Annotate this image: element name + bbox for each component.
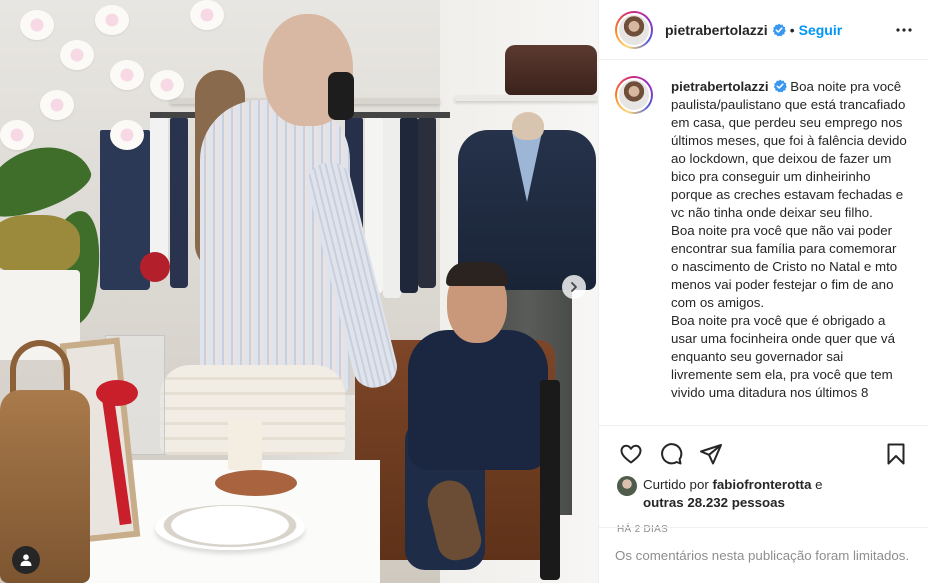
photo-orchid-flower bbox=[40, 90, 74, 120]
likes-count-link[interactable]: outras 28.232 pessoas bbox=[643, 495, 785, 510]
photo-shelf bbox=[455, 95, 598, 101]
more-options-button[interactable] bbox=[892, 18, 916, 42]
post-header: pietrabertolazzi • Seguir bbox=[599, 0, 928, 60]
photo-mannequin-neck bbox=[512, 112, 544, 140]
avatar-image bbox=[617, 78, 651, 112]
photo-orchid-flower bbox=[20, 10, 54, 40]
user-tag-icon bbox=[20, 554, 32, 566]
photo-garment bbox=[150, 118, 168, 268]
photo-gift-bow bbox=[140, 252, 170, 282]
photo-orchid-flower bbox=[110, 60, 144, 90]
photo-ribbon-bow bbox=[96, 380, 138, 406]
likes-prefix: Curtido por bbox=[643, 477, 713, 492]
liker-username[interactable]: fabiofronterotta bbox=[712, 477, 811, 492]
bookmark-icon bbox=[887, 443, 905, 465]
likes-summary: Curtido por fabiofronterotta e outras 28… bbox=[611, 476, 916, 512]
share-button[interactable] bbox=[691, 434, 731, 474]
next-photo-button[interactable] bbox=[562, 275, 586, 299]
comments-area[interactable]: pietrabertolazzi Boa noite pra você paul… bbox=[599, 60, 928, 425]
photo-orchid-flower bbox=[150, 70, 184, 100]
photo-moss bbox=[0, 215, 80, 275]
caption: pietrabertolazzi Boa noite pra você paul… bbox=[615, 76, 912, 402]
comment-icon bbox=[661, 443, 683, 465]
avatar[interactable] bbox=[615, 10, 653, 49]
likes-and: e bbox=[811, 477, 823, 492]
photo-seated-man bbox=[408, 330, 548, 470]
heart-icon bbox=[620, 444, 642, 464]
liker-avatar[interactable] bbox=[617, 476, 637, 496]
photo-garment bbox=[400, 118, 418, 293]
photo-orchid-flower bbox=[110, 120, 144, 150]
avatar-image bbox=[617, 12, 651, 47]
caption-avatar[interactable] bbox=[615, 76, 653, 114]
more-horizontal-icon bbox=[896, 27, 912, 32]
like-button[interactable] bbox=[611, 434, 651, 474]
photo-garment bbox=[170, 118, 188, 288]
photo-cup bbox=[228, 420, 262, 470]
paper-plane-icon bbox=[700, 444, 722, 465]
username-link[interactable]: pietrabertolazzi bbox=[665, 22, 768, 38]
photo-orchid-flower bbox=[0, 120, 34, 150]
photo-tray bbox=[215, 470, 297, 496]
chevron-right-icon bbox=[571, 282, 577, 292]
verified-badge-icon bbox=[773, 79, 787, 93]
caption-username[interactable]: pietrabertolazzi bbox=[671, 79, 769, 94]
tagged-users-button[interactable] bbox=[12, 546, 40, 574]
separator-dot: • bbox=[789, 21, 795, 38]
save-button[interactable] bbox=[876, 434, 916, 474]
comments-limited-notice: Os comentários nesta publicação foram li… bbox=[599, 527, 928, 583]
photo-face-mask bbox=[328, 72, 354, 120]
photo-plates bbox=[155, 505, 305, 550]
action-buttons bbox=[611, 434, 916, 474]
instagram-post: pietrabertolazzi • Seguir pietrabertolaz… bbox=[0, 0, 928, 583]
likes-text: Curtido por fabiofronterotta e outras 28… bbox=[643, 476, 823, 512]
photo-orchid-flower bbox=[60, 40, 94, 70]
post-side-panel: pietrabertolazzi • Seguir pietrabertolaz… bbox=[598, 0, 928, 583]
photo-garment bbox=[383, 118, 401, 298]
photo-garment bbox=[418, 118, 436, 288]
photo-bag bbox=[505, 45, 597, 95]
photo-seated-man-hair bbox=[446, 262, 508, 286]
caption-body: Boa noite pra você paulista/paulistano q… bbox=[671, 79, 907, 400]
post-photo[interactable] bbox=[0, 0, 598, 583]
follow-button[interactable]: Seguir bbox=[799, 22, 843, 38]
verified-badge-icon bbox=[772, 23, 786, 36]
photo-orchid-flower bbox=[190, 0, 224, 30]
photo-chair-frame bbox=[540, 380, 560, 580]
comment-button[interactable] bbox=[651, 434, 691, 474]
caption-text: pietrabertolazzi Boa noite pra você paul… bbox=[671, 78, 907, 402]
photo-orchid-flower bbox=[95, 5, 129, 35]
